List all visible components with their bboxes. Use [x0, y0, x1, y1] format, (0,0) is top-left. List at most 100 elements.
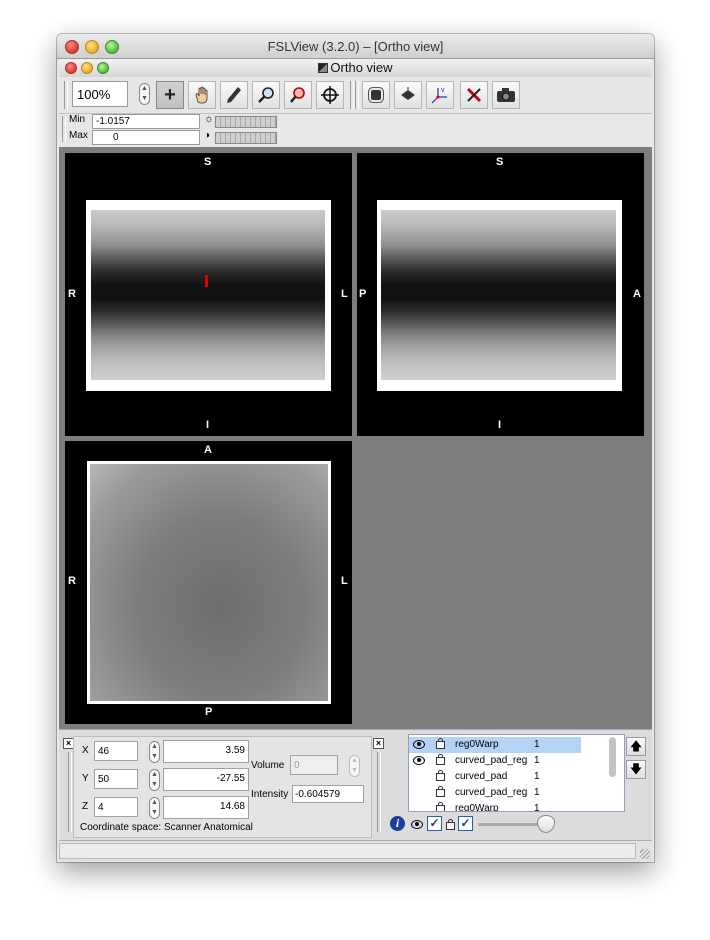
panel-grip[interactable] [68, 752, 72, 832]
fslview-window: FSLView (3.2.0) – [Ortho view] Ortho vie… [57, 34, 654, 862]
z-world-input[interactable]: 14.68 [163, 796, 249, 819]
lock-icon[interactable] [436, 802, 445, 811]
panel-grip[interactable] [377, 752, 381, 832]
orientation-top-label: S [496, 156, 504, 168]
layer-name: curved_pad [455, 771, 508, 782]
lock-icon[interactable] [436, 754, 445, 765]
coronal-view[interactable]: S I P A [357, 153, 644, 436]
x-label: X [82, 745, 89, 756]
layer-name: curved_pad_reg [455, 787, 528, 798]
fill-tool-button[interactable] [394, 81, 422, 109]
toolbar: 100% ▲ ▼ + v [59, 77, 652, 114]
pen-tool-button[interactable] [220, 81, 248, 109]
cursor-tool-button[interactable]: + [156, 81, 184, 109]
center-cursor-tool-button[interactable] [316, 81, 344, 109]
volume-input[interactable]: 0 [290, 755, 338, 775]
window-title: FSLView (3.2.0) – [Ortho view] [267, 39, 444, 54]
orientation-bottom-label: I [498, 419, 502, 431]
toolbar-grip-2[interactable] [350, 81, 354, 109]
y-stepper[interactable]: ▲ ▼ [149, 769, 160, 791]
arrow-up-icon: 🡅 [629, 739, 643, 753]
window-titlebar: FSLView (3.2.0) – [Ortho view] [57, 34, 654, 59]
brightness-slider[interactable] [215, 116, 277, 128]
lock-icon[interactable] [446, 819, 455, 830]
x-world-input[interactable]: 3.59 [163, 740, 249, 763]
min-label: Min [69, 114, 86, 125]
magnifier-icon [258, 87, 274, 103]
info-icon[interactable]: i [390, 816, 405, 831]
coordinate-space-label: Coordinate space: Scanner Anatomical [80, 822, 253, 833]
layer-controls: i ✓ ✓ [390, 815, 623, 835]
layer-name: reg0Warp [455, 803, 499, 812]
pan-tool-button[interactable] [188, 81, 216, 109]
axial-view[interactable]: A P R L [65, 441, 352, 724]
opacity-slider-thumb[interactable] [537, 815, 555, 833]
tools-tool-button[interactable] [460, 81, 488, 109]
y-voxel-input[interactable]: 50 [94, 769, 138, 789]
visibility-checkbox[interactable]: ✓ [427, 816, 442, 831]
ortho-canvas: S I R L S I P A A P R L [59, 147, 652, 729]
axes-tool-button[interactable]: v [426, 81, 454, 109]
volume-stepper[interactable]: ▲ ▼ [349, 755, 360, 777]
inner-window-title: Ortho view [330, 60, 393, 75]
eye-icon[interactable] [411, 820, 423, 829]
lock-icon[interactable] [436, 738, 445, 749]
layer-name: curved_pad_reg [455, 755, 528, 766]
move-layer-down-button[interactable]: 🡇 [626, 760, 646, 779]
camera-icon [497, 88, 515, 102]
layer-scrollbar[interactable] [609, 737, 616, 777]
panel-grip[interactable] [62, 116, 66, 142]
orientation-right-label: L [341, 288, 348, 300]
layer-value: 1 [534, 755, 540, 766]
axial-image [87, 461, 331, 704]
zoom-region-tool-button[interactable] [284, 81, 312, 109]
max-input[interactable]: 0 [92, 130, 200, 145]
lock-icon[interactable] [436, 786, 445, 797]
axes-icon: v [431, 87, 447, 104]
coronal-slice [381, 210, 616, 380]
coronal-image [377, 200, 622, 391]
window-icon [318, 63, 329, 73]
orientation-left-label: P [359, 288, 367, 300]
orientation-bottom-label: P [205, 706, 213, 718]
min-input[interactable]: -1.0157 [92, 114, 200, 129]
resize-grip[interactable] [640, 849, 650, 859]
orientation-right-label: A [633, 288, 641, 300]
y-world-input[interactable]: -27.55 [163, 768, 249, 791]
layer-row[interactable]: reg0Warp 1 [409, 737, 581, 753]
orientation-left-label: R [68, 288, 76, 300]
target-icon [321, 86, 339, 104]
crosshair-plus-icon: + [164, 84, 176, 106]
layer-row[interactable]: curved_pad_reg 1 [409, 753, 609, 769]
eye-icon[interactable] [413, 756, 425, 765]
layer-value: 1 [534, 739, 540, 750]
layer-list[interactable]: reg0Warp 1 curved_pad_reg 1 curved_pad 1… [408, 734, 625, 812]
status-field [59, 843, 636, 859]
snapshot-tool-button[interactable] [492, 81, 520, 109]
layer-name: reg0Warp [455, 739, 499, 750]
zoom-stepper[interactable]: ▲ ▼ [139, 83, 150, 105]
contrast-slider[interactable] [215, 132, 277, 144]
layer-row[interactable]: curved_pad_reg 1 [409, 785, 609, 801]
layer-row[interactable]: curved_pad 1 [409, 769, 609, 785]
lock-checkbox[interactable]: ✓ [458, 816, 473, 831]
sagittal-view[interactable]: S I R L [65, 153, 352, 436]
x-voxel-input[interactable]: 46 [94, 741, 138, 761]
z-stepper[interactable]: ▲ ▼ [149, 797, 160, 819]
x-stepper[interactable]: ▲ ▼ [149, 741, 160, 763]
sagittal-slice [91, 210, 325, 380]
svg-text:v: v [441, 87, 445, 94]
layer-row[interactable]: reg0Warp 1 [409, 801, 609, 812]
z-voxel-input[interactable]: 4 [94, 797, 138, 817]
layer-value: 1 [534, 787, 540, 798]
orientation-top-label: A [204, 444, 212, 456]
toolbar-grip-3[interactable] [355, 81, 359, 109]
move-layer-up-button[interactable]: 🡅 [626, 737, 646, 756]
zoom-input[interactable]: 100% [72, 81, 128, 107]
lock-icon[interactable] [436, 770, 445, 781]
toolbar-grip[interactable] [64, 81, 68, 109]
close-layer-panel-button[interactable]: × [373, 738, 384, 749]
zoom-tool-button[interactable] [252, 81, 280, 109]
chip-tool-button[interactable] [362, 81, 390, 109]
eye-icon[interactable] [413, 740, 425, 749]
